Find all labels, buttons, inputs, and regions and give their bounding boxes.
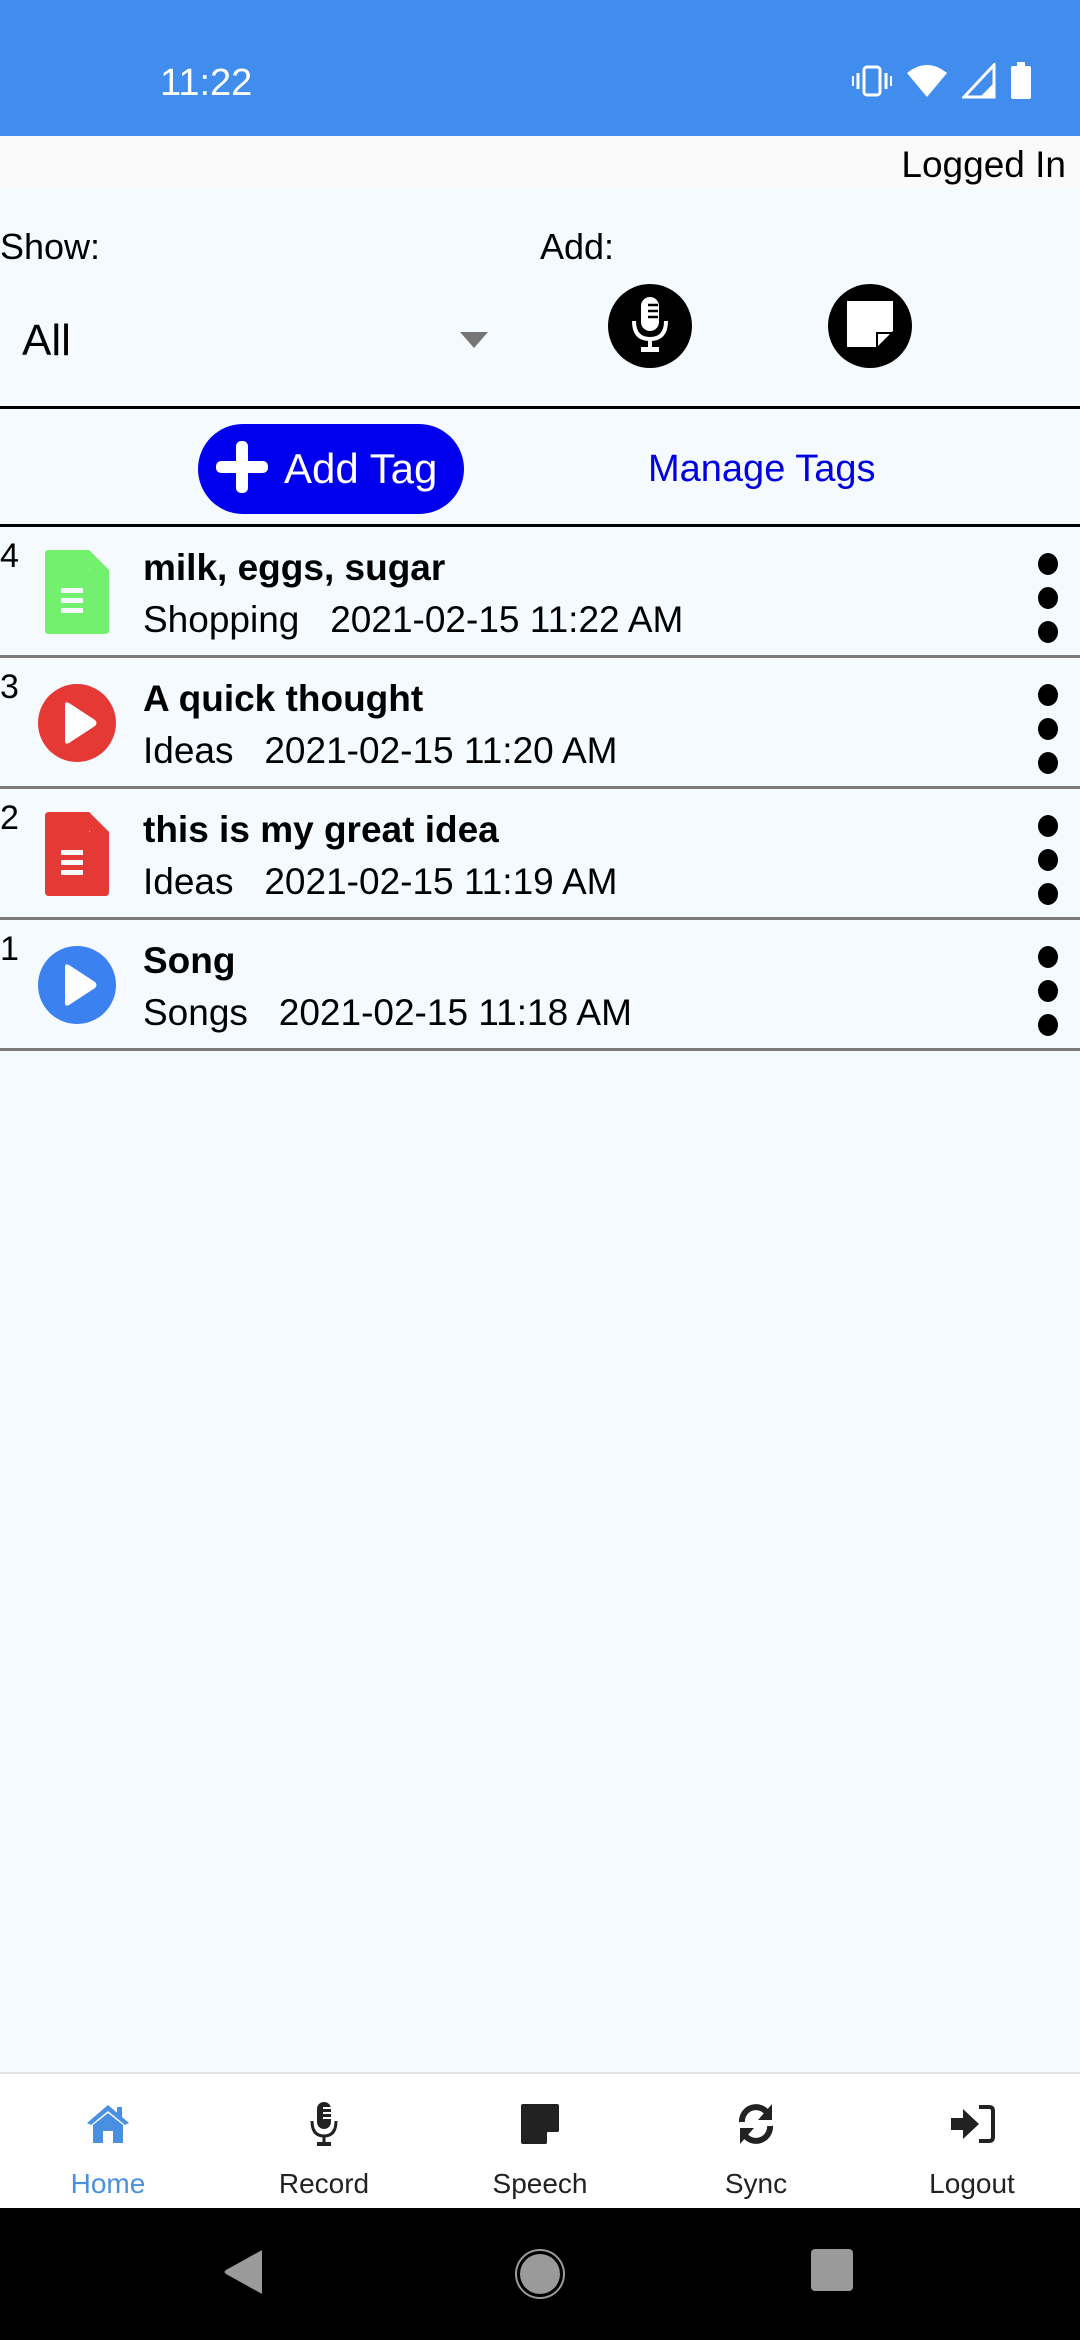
item-meta: Songs 2021-02-15 11:18 AM bbox=[143, 992, 632, 1034]
manage-tags-link[interactable]: Manage Tags bbox=[648, 448, 875, 491]
more-options-button[interactable] bbox=[1030, 815, 1066, 905]
vibrate-icon bbox=[852, 63, 892, 104]
item-datetime: 2021-02-15 11:20 AM bbox=[264, 730, 618, 771]
item-title: Song bbox=[143, 940, 236, 981]
more-vertical-icon bbox=[1038, 587, 1058, 609]
item-number: 1 bbox=[0, 930, 19, 968]
item-meta: Ideas 2021-02-15 11:20 AM bbox=[143, 730, 618, 772]
note-file-icon[interactable] bbox=[36, 549, 118, 635]
tab-label: Home bbox=[70, 2168, 146, 2199]
add-recording-button[interactable] bbox=[608, 284, 692, 368]
item-number: 4 bbox=[0, 537, 19, 575]
item-datetime: 2021-02-15 11:18 AM bbox=[278, 992, 632, 1033]
sync-icon bbox=[734, 2100, 778, 2148]
item-tag: Ideas bbox=[143, 861, 234, 902]
more-vertical-icon bbox=[1038, 980, 1058, 1002]
list-item[interactable]: 2 this is my great idea Ideas 2021-02-15… bbox=[0, 789, 1080, 920]
microphone-icon bbox=[630, 295, 670, 358]
show-filter-value: All bbox=[22, 316, 71, 365]
more-vertical-icon bbox=[1038, 553, 1058, 575]
add-note-button[interactable] bbox=[828, 284, 912, 368]
more-vertical-icon bbox=[1038, 883, 1058, 905]
tab-label: Logout bbox=[929, 2168, 1015, 2199]
more-options-button[interactable] bbox=[1030, 946, 1066, 1036]
tab-logout[interactable]: Logout bbox=[864, 2074, 1080, 2208]
more-vertical-icon bbox=[1038, 621, 1058, 643]
item-title: A quick thought bbox=[143, 678, 424, 719]
more-vertical-icon bbox=[1038, 684, 1058, 706]
bottom-tab-bar: Home Record Speech Sync Logout bbox=[0, 2072, 1080, 2208]
back-button[interactable] bbox=[222, 2248, 264, 2301]
back-triangle-icon bbox=[224, 2250, 262, 2294]
home-button[interactable] bbox=[514, 2248, 566, 2305]
show-label: Show: bbox=[0, 226, 101, 267]
list-item[interactable]: 4 milk, eggs, sugar Shopping 2021-02-15 … bbox=[0, 527, 1080, 658]
tab-sync[interactable]: Sync bbox=[648, 2074, 864, 2208]
item-meta: Shopping 2021-02-15 11:22 AM bbox=[143, 599, 683, 641]
show-filter-dropdown[interactable]: All bbox=[0, 290, 500, 390]
status-time: 11:22 bbox=[160, 62, 253, 104]
more-vertical-icon bbox=[1038, 752, 1058, 774]
list-item[interactable]: 3 A quick thought Ideas 2021-02-15 11:20… bbox=[0, 658, 1080, 789]
item-title: this is my great idea bbox=[143, 809, 499, 850]
item-title: milk, eggs, sugar bbox=[143, 547, 446, 588]
home-circle-icon bbox=[515, 2249, 565, 2299]
item-number: 3 bbox=[0, 668, 19, 706]
tab-label: Speech bbox=[492, 2168, 588, 2199]
login-status-bar: Logged In bbox=[0, 136, 1080, 188]
sticky-note-icon bbox=[845, 299, 895, 354]
add-tag-label: Add Tag bbox=[284, 445, 438, 492]
status-bar: 11:22 bbox=[0, 0, 1080, 136]
item-tag: Songs bbox=[143, 992, 248, 1033]
tab-record[interactable]: Record bbox=[216, 2074, 432, 2208]
recents-square-icon bbox=[811, 2249, 853, 2291]
item-tag: Ideas bbox=[143, 730, 234, 771]
signal-icon bbox=[960, 61, 996, 104]
more-vertical-icon bbox=[1038, 718, 1058, 740]
tab-speech[interactable]: Speech bbox=[432, 2074, 648, 2208]
battery-icon bbox=[1010, 62, 1032, 105]
home-icon bbox=[85, 2100, 131, 2148]
play-circle-icon[interactable] bbox=[36, 942, 118, 1028]
item-meta: Ideas 2021-02-15 11:19 AM bbox=[143, 861, 618, 903]
sign-in-icon bbox=[949, 2100, 995, 2148]
add-tag-button[interactable]: Add Tag bbox=[198, 424, 464, 514]
more-options-button[interactable] bbox=[1030, 684, 1066, 774]
item-tag: Shopping bbox=[143, 599, 300, 640]
more-options-button[interactable] bbox=[1030, 553, 1066, 643]
tab-label: Sync bbox=[724, 2168, 788, 2199]
recents-button[interactable] bbox=[810, 2248, 854, 2297]
list-item[interactable]: 1 Song Songs 2021-02-15 11:18 AM bbox=[0, 920, 1080, 1051]
dropdown-arrow-icon bbox=[460, 332, 488, 348]
system-navigation-bar bbox=[0, 2208, 1080, 2340]
tab-home[interactable]: Home bbox=[0, 2074, 216, 2208]
item-number: 2 bbox=[0, 799, 19, 837]
more-vertical-icon bbox=[1038, 849, 1058, 871]
more-vertical-icon bbox=[1038, 946, 1058, 968]
tab-label: Record bbox=[278, 2168, 370, 2199]
login-status: Logged In bbox=[901, 144, 1066, 185]
sticky-note-icon bbox=[520, 2100, 560, 2148]
wifi-icon bbox=[906, 63, 948, 104]
microphone-icon bbox=[309, 2100, 339, 2148]
status-icons bbox=[852, 61, 1032, 105]
plus-icon bbox=[214, 439, 270, 500]
note-file-icon[interactable] bbox=[36, 811, 118, 897]
more-vertical-icon bbox=[1038, 1014, 1058, 1036]
add-label: Add: bbox=[540, 226, 615, 267]
more-vertical-icon bbox=[1038, 815, 1058, 837]
item-datetime: 2021-02-15 11:19 AM bbox=[264, 861, 618, 902]
play-circle-icon[interactable] bbox=[36, 680, 118, 766]
section-divider bbox=[0, 406, 1080, 409]
item-datetime: 2021-02-15 11:22 AM bbox=[330, 599, 684, 640]
